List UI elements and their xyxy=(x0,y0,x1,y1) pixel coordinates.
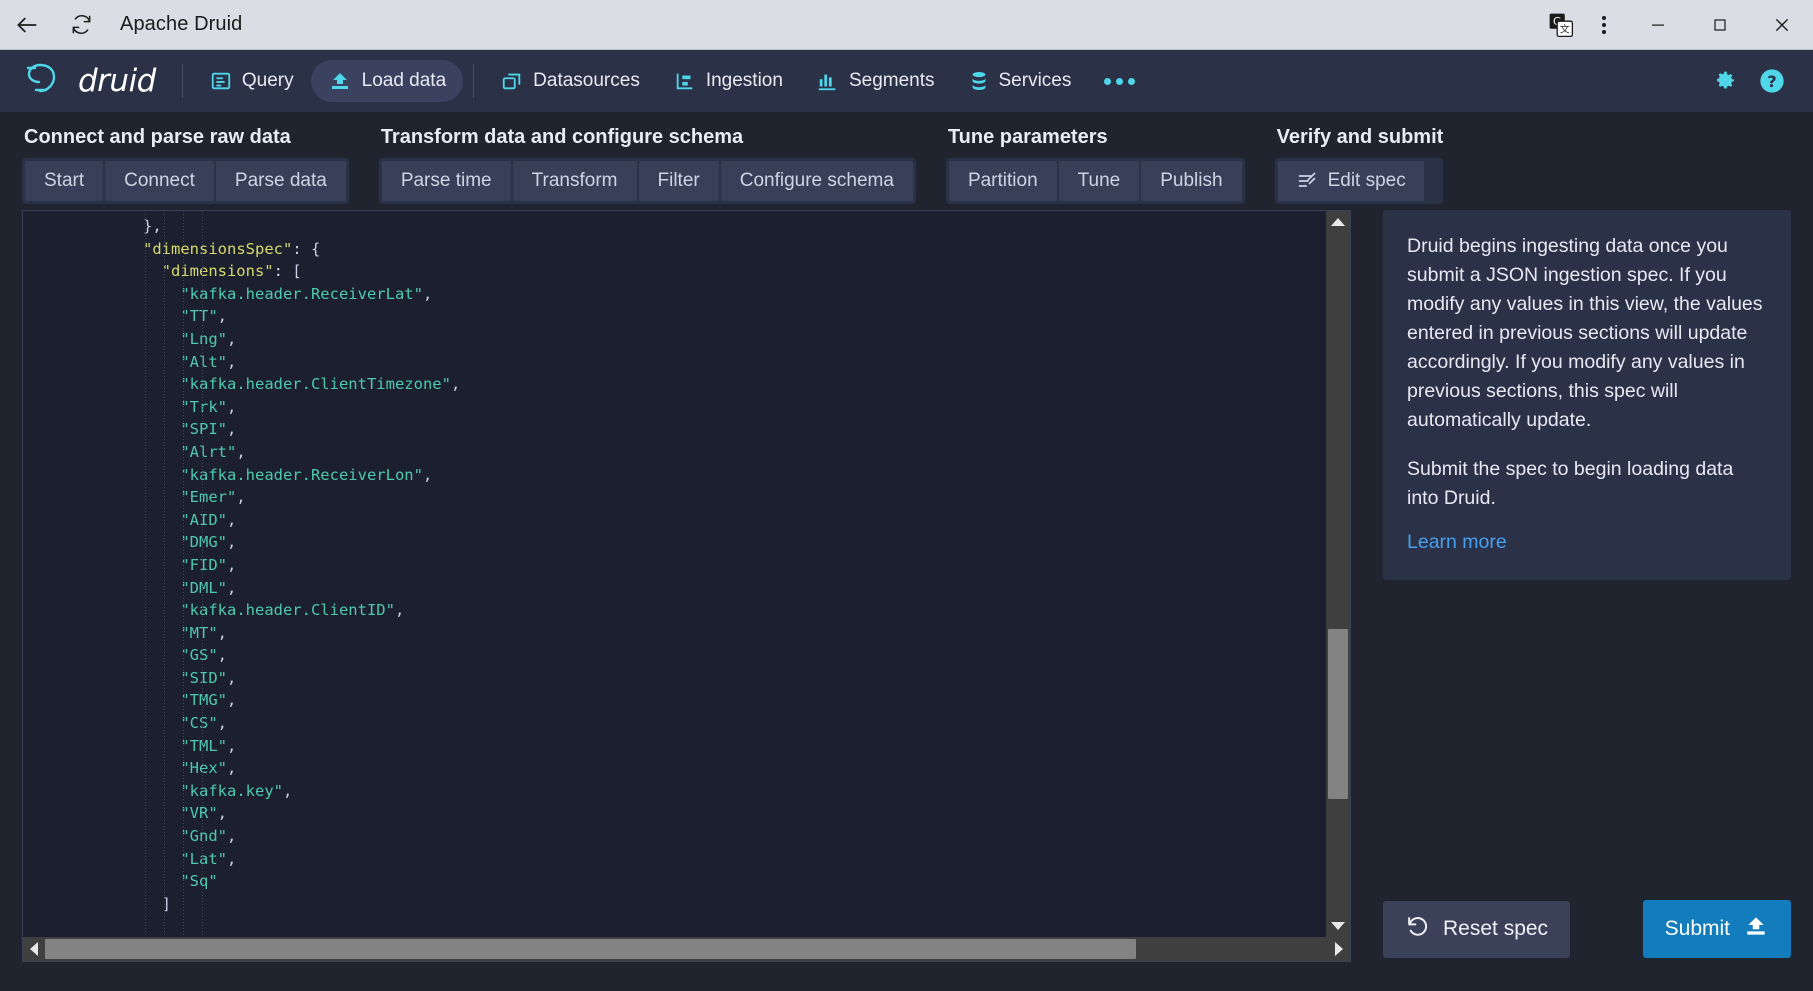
nav-divider-1 xyxy=(182,64,183,98)
editor-gutter xyxy=(23,211,81,937)
upload-cloud-icon xyxy=(1743,913,1769,945)
spec-editor[interactable]: }, "dimensionsSpec": { "dimensions": [ "… xyxy=(22,210,1351,962)
info-paragraph-1: Druid begins ingesting data once you sub… xyxy=(1407,232,1767,435)
spec-editor-body[interactable]: }, "dimensionsSpec": { "dimensions": [ "… xyxy=(23,211,1350,937)
back-arrow-icon[interactable] xyxy=(0,0,54,50)
step-button-tune[interactable]: Tune xyxy=(1059,161,1140,201)
vertical-scroll-thumb[interactable] xyxy=(1328,629,1348,800)
step-button-connect[interactable]: Connect xyxy=(105,161,214,201)
step-group-tune-title: Tune parameters xyxy=(946,126,1245,149)
close-button[interactable] xyxy=(1751,0,1813,50)
horizontal-scroll-thumb[interactable] xyxy=(45,939,1136,959)
query-icon xyxy=(210,70,232,92)
submit-button[interactable]: Submit xyxy=(1643,900,1791,958)
step-group-connect-title: Connect and parse raw data xyxy=(22,126,349,149)
wizard-steps: Connect and parse raw data Start Connect… xyxy=(0,112,1813,204)
info-paragraph-2: Submit the spec to begin loading data in… xyxy=(1407,455,1767,513)
more-dots-icon[interactable] xyxy=(1088,66,1151,97)
reset-spec-label: Reset spec xyxy=(1443,917,1548,941)
step-group-connect-buttons: Start Connect Parse data xyxy=(22,158,349,204)
help-icon[interactable]: ? xyxy=(1749,58,1795,104)
window-title: Apache Druid xyxy=(120,13,242,36)
step-button-edit-spec[interactable]: Edit spec xyxy=(1278,161,1424,201)
gear-icon[interactable] xyxy=(1703,58,1749,104)
reload-icon[interactable] xyxy=(54,0,108,50)
editor-vertical-scrollbar[interactable] xyxy=(1326,211,1350,937)
nav-item-services-label: Services xyxy=(999,70,1072,92)
svg-text:?: ? xyxy=(1767,72,1776,91)
nav-item-segments-label: Segments xyxy=(849,70,935,92)
sidebar-panel: Druid begins ingesting data once you sub… xyxy=(1351,210,1791,962)
kebab-menu-icon[interactable] xyxy=(1581,0,1627,50)
scroll-down-arrow-icon[interactable] xyxy=(1326,915,1350,937)
sidebar-actions: Reset spec Submit xyxy=(1383,900,1791,962)
nav-item-query[interactable]: Query xyxy=(193,61,311,101)
sidebar-spacer xyxy=(1383,580,1791,900)
horizontal-scroll-track[interactable] xyxy=(45,937,1328,961)
step-button-publish[interactable]: Publish xyxy=(1141,161,1241,201)
main-content: }, "dimensionsSpec": { "dimensions": [ "… xyxy=(0,204,1813,976)
step-group-verify: Verify and submit Edit spec xyxy=(1275,126,1444,204)
nav-item-datasources-label: Datasources xyxy=(533,70,640,92)
svg-text:文: 文 xyxy=(1560,22,1570,35)
ingestion-icon xyxy=(674,70,696,92)
step-button-partition[interactable]: Partition xyxy=(949,161,1057,201)
step-button-transform[interactable]: Transform xyxy=(513,161,637,201)
learn-more-link[interactable]: Learn more xyxy=(1407,531,1507,553)
window-titlebar: Apache Druid G文 xyxy=(0,0,1813,50)
nav-item-load-data[interactable]: Load data xyxy=(311,60,464,102)
scroll-right-arrow-icon[interactable] xyxy=(1328,937,1350,961)
step-group-connect: Connect and parse raw data Start Connect… xyxy=(22,126,349,204)
google-translate-icon[interactable]: G文 xyxy=(1541,0,1581,50)
step-button-start[interactable]: Start xyxy=(25,161,103,201)
info-card: Druid begins ingesting data once you sub… xyxy=(1383,210,1791,580)
step-group-tune: Tune parameters Partition Tune Publish xyxy=(946,126,1245,204)
scroll-left-arrow-icon[interactable] xyxy=(23,937,45,961)
step-button-parse-time[interactable]: Parse time xyxy=(382,161,511,201)
druid-logo[interactable]: druid xyxy=(22,59,156,104)
nav-item-services[interactable]: Services xyxy=(952,61,1089,101)
editor-code-area[interactable]: }, "dimensionsSpec": { "dimensions": [ "… xyxy=(81,211,1326,937)
wizard-steps-row: Connect and parse raw data Start Connect… xyxy=(22,126,1791,204)
step-button-configure-schema[interactable]: Configure schema xyxy=(721,161,913,201)
druid-navbar: druid Query Load data Datasources Ingest… xyxy=(0,50,1813,112)
nav-item-segments[interactable]: Segments xyxy=(800,61,952,101)
submit-label: Submit xyxy=(1665,917,1730,941)
step-group-tune-buttons: Partition Tune Publish xyxy=(946,158,1245,204)
step-group-transform: Transform data and configure schema Pars… xyxy=(379,126,916,204)
nav-divider-2 xyxy=(473,64,474,98)
step-group-verify-buttons: Edit spec xyxy=(1275,158,1444,204)
scroll-up-arrow-icon[interactable] xyxy=(1326,211,1350,233)
services-icon xyxy=(969,70,989,92)
step-button-edit-spec-label: Edit spec xyxy=(1328,170,1406,192)
step-group-verify-title: Verify and submit xyxy=(1275,126,1444,149)
vertical-scroll-track[interactable] xyxy=(1326,233,1350,915)
nav-item-datasources[interactable]: Datasources xyxy=(484,61,657,101)
edit-spec-icon xyxy=(1296,171,1318,191)
load-data-icon xyxy=(328,69,352,93)
maximize-button[interactable] xyxy=(1689,0,1751,50)
step-button-parse-data[interactable]: Parse data xyxy=(216,161,346,201)
druid-logo-text: druid xyxy=(78,63,156,99)
datasources-icon xyxy=(501,70,523,92)
editor-json-text[interactable]: }, "dimensionsSpec": { "dimensions": [ "… xyxy=(81,215,1326,915)
nav-item-load-data-label: Load data xyxy=(362,70,447,92)
druid-logo-icon xyxy=(22,59,68,104)
step-button-filter[interactable]: Filter xyxy=(639,161,719,201)
minimize-button[interactable] xyxy=(1627,0,1689,50)
undo-icon xyxy=(1405,914,1430,945)
editor-horizontal-scrollbar[interactable] xyxy=(23,937,1350,961)
nav-item-ingestion[interactable]: Ingestion xyxy=(657,61,800,101)
nav-item-ingestion-label: Ingestion xyxy=(706,70,783,92)
segments-icon xyxy=(817,70,839,92)
nav-item-query-label: Query xyxy=(242,70,294,92)
reset-spec-button[interactable]: Reset spec xyxy=(1383,901,1570,958)
step-group-transform-title: Transform data and configure schema xyxy=(379,126,916,149)
step-group-transform-buttons: Parse time Transform Filter Configure sc… xyxy=(379,158,916,204)
